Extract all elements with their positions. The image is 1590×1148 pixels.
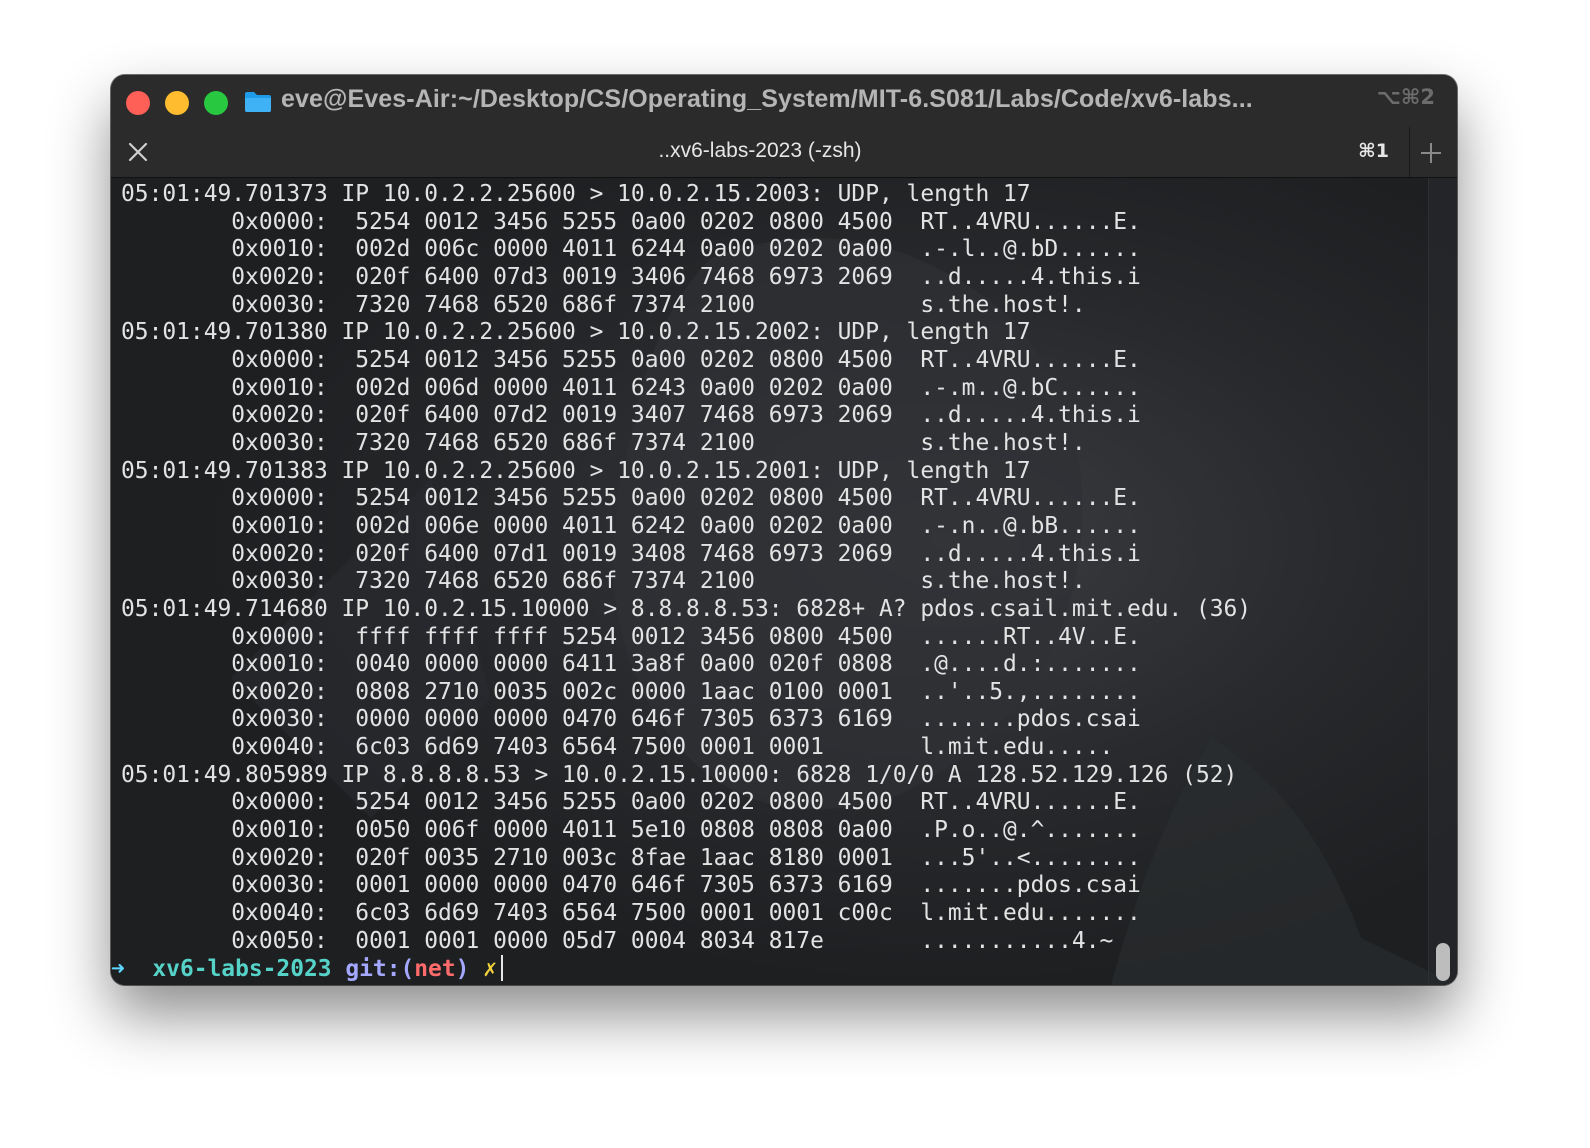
prompt-branch: net (414, 956, 456, 982)
output-line: 0x0000: ffff ffff ffff 5254 0012 3456 08… (121, 623, 1141, 650)
minimize-window-button[interactable] (165, 91, 189, 115)
tab-active[interactable]: ..xv6-labs-2023 (-zsh) ⌘1 (111, 127, 1409, 177)
terminal-output: 05:01:49.701373 IP 10.0.2.2.25600 > 10.0… (121, 181, 1251, 955)
output-line: 0x0010: 002d 006e 0000 4011 6242 0a00 02… (121, 512, 1141, 539)
output-line: 0x0010: 0050 006f 0000 4011 5e10 0808 08… (121, 817, 1141, 844)
output-line: 0x0040: 6c03 6d69 7403 6564 7500 0001 00… (121, 900, 1141, 927)
output-line: 0x0030: 7320 7468 6520 686f 7374 2100 s.… (121, 429, 1086, 456)
tab-bar: ..xv6-labs-2023 (-zsh) ⌘1 (111, 127, 1457, 178)
window-title: eve@Eves-Air:~/Desktop/CS/Operating_Syst… (281, 85, 1253, 113)
prompt-directory: xv6-labs-2023 (152, 956, 332, 982)
window-shortcut: ⌥⌘2 (1376, 85, 1435, 109)
output-line: 0x0000: 5254 0012 3456 5255 0a00 0202 08… (121, 485, 1141, 512)
prompt-git-label: git:( (345, 956, 415, 982)
output-line: 0x0010: 002d 006d 0000 4011 6243 0a00 02… (121, 374, 1141, 401)
scroll-thumb[interactable] (1436, 943, 1450, 981)
tab-title: ..xv6-labs-2023 (-zsh) (658, 139, 862, 162)
close-window-button[interactable] (126, 91, 150, 115)
title-bar[interactable]: eve@Eves-Air:~/Desktop/CS/Operating_Syst… (111, 75, 1457, 127)
output-line: 05:01:49.805989 IP 8.8.8.8.53 > 10.0.2.1… (121, 761, 1238, 788)
output-line: 0x0000: 5254 0012 3456 5255 0a00 0202 08… (121, 208, 1141, 235)
output-line: 0x0020: 020f 6400 07d2 0019 3407 7468 69… (121, 402, 1141, 429)
prompt-dirty-mark: ✗ (483, 956, 498, 982)
output-line: 0x0000: 5254 0012 3456 5255 0a00 0202 08… (121, 789, 1141, 816)
output-line: 0x0020: 0808 2710 0035 002c 0000 1aac 01… (121, 678, 1141, 705)
output-line: 0x0000: 5254 0012 3456 5255 0a00 0202 08… (121, 346, 1141, 373)
output-line: 05:01:49.701373 IP 10.0.2.2.25600 > 10.0… (121, 181, 1031, 207)
output-line: 0x0030: 7320 7468 6520 686f 7374 2100 s.… (121, 568, 1086, 595)
output-line: 0x0050: 0001 0001 0000 05d7 0004 8034 81… (121, 927, 1114, 954)
command-prompt[interactable]: ➜ xv6-labs-2023 git:(net) ✗ (111, 955, 504, 983)
output-line: 05:01:49.701380 IP 10.0.2.2.25600 > 10.0… (121, 319, 1031, 346)
output-line: 0x0020: 020f 6400 07d1 0019 3408 7468 69… (121, 540, 1141, 567)
scrollbar[interactable] (1428, 178, 1457, 985)
output-line: 0x0010: 0040 0000 0000 6411 3a8f 0a00 02… (121, 651, 1141, 678)
text-cursor (501, 955, 504, 981)
output-line: 0x0040: 6c03 6d69 7403 6564 7500 0001 00… (121, 734, 1114, 761)
output-line: 0x0010: 002d 006c 0000 4011 6244 0a00 02… (121, 236, 1141, 263)
prompt-arrow-icon: ➜ (111, 956, 125, 982)
terminal-content[interactable]: 05:01:49.701373 IP 10.0.2.2.25600 > 10.0… (111, 178, 1457, 985)
tab-divider (1409, 127, 1410, 177)
folder-icon (245, 92, 271, 112)
output-line: 0x0030: 0000 0000 0000 0470 646f 7305 63… (121, 706, 1141, 733)
output-line: 0x0020: 020f 6400 07d3 0019 3406 7468 69… (121, 263, 1141, 290)
output-line: 0x0030: 0001 0000 0000 0470 646f 7305 63… (121, 872, 1141, 899)
terminal-window: eve@Eves-Air:~/Desktop/CS/Operating_Syst… (111, 75, 1457, 985)
tab-shortcut: ⌘1 (1358, 140, 1389, 162)
plus-icon[interactable] (1417, 139, 1445, 167)
zoom-window-button[interactable] (204, 91, 228, 115)
prompt-git-close: ) (455, 956, 470, 982)
output-line: 05:01:49.701383 IP 10.0.2.2.25600 > 10.0… (121, 457, 1031, 484)
output-line: 05:01:49.714680 IP 10.0.2.15.10000 > 8.8… (121, 595, 1252, 622)
output-line: 0x0030: 7320 7468 6520 686f 7374 2100 s.… (121, 291, 1086, 318)
output-line: 0x0020: 020f 0035 2710 003c 8fae 1aac 81… (121, 844, 1141, 871)
